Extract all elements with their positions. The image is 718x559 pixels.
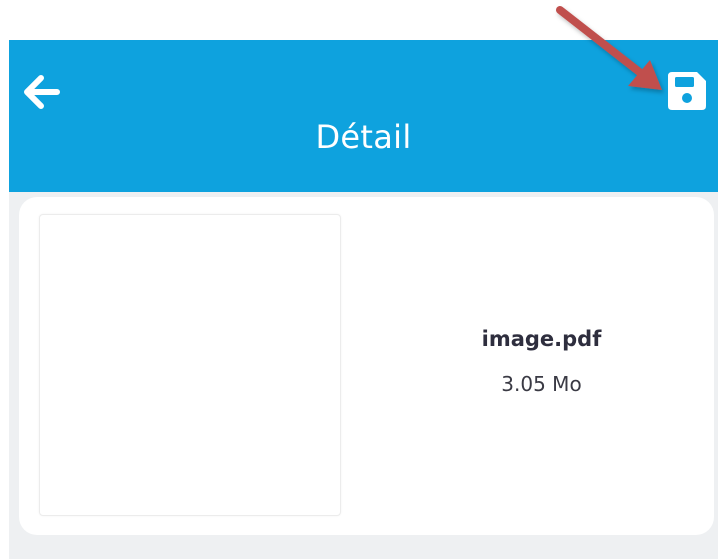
file-thumbnail[interactable] <box>39 214 341 516</box>
file-name: image.pdf <box>481 327 602 351</box>
save-button[interactable] <box>662 66 712 116</box>
file-card[interactable]: image.pdf 3.05 Mo <box>19 197 714 535</box>
page-title: Détail <box>315 118 412 156</box>
arrow-left-icon <box>24 75 60 109</box>
screenshot: Détail image.pdf 3.05 Mo <box>0 0 718 559</box>
cropped-top-strip <box>0 0 718 40</box>
app-bar: Détail <box>9 40 718 192</box>
file-info: image.pdf 3.05 Mo <box>369 197 714 535</box>
back-button[interactable] <box>17 68 65 116</box>
file-size: 3.05 Mo <box>501 372 582 396</box>
floppy-disk-icon <box>668 72 706 110</box>
